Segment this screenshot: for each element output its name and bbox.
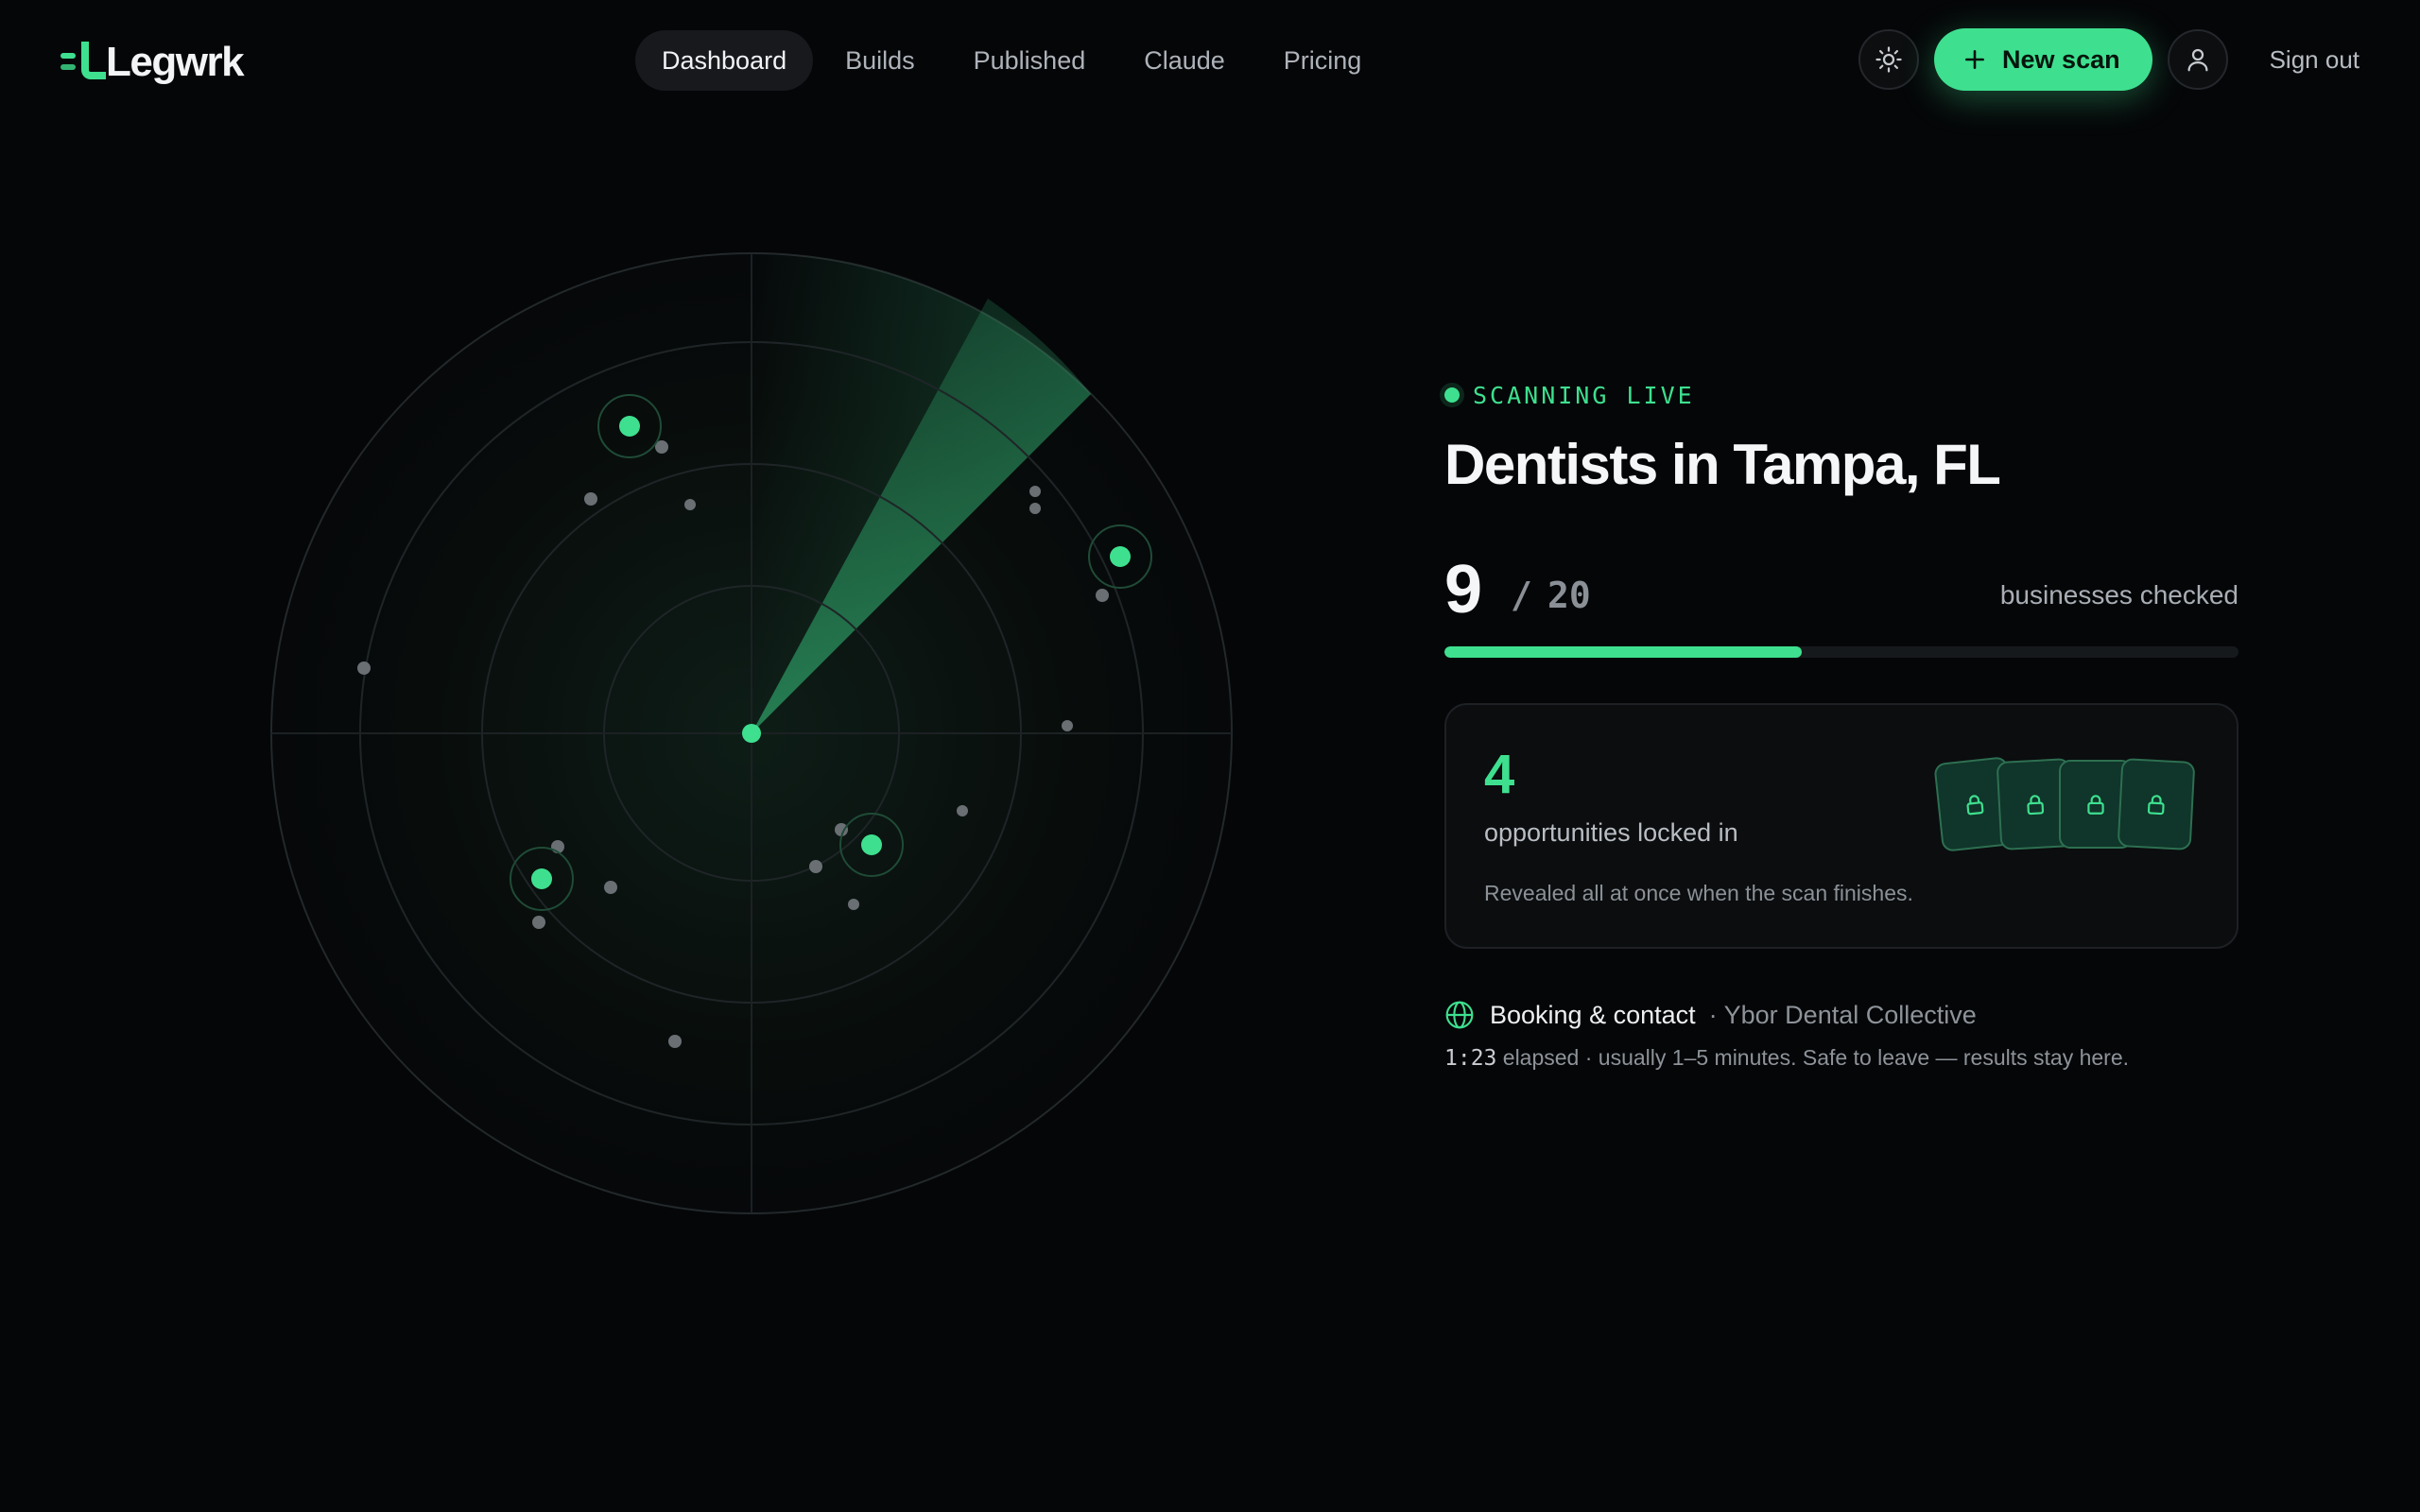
activity-label: Booking & contact — [1490, 1000, 1696, 1029]
checked-count: 9 — [1444, 552, 1483, 627]
brand-name: Legwrk — [106, 39, 245, 85]
top-bar: Legwrk Dashboard Builds Published Claude… — [0, 0, 2420, 121]
globe-icon — [1445, 1001, 1474, 1029]
elapsed-time: 1:23 — [1444, 1046, 1497, 1071]
nav-dashboard[interactable]: Dashboard — [635, 30, 814, 91]
radar-center-dot — [742, 724, 761, 743]
lock-icon — [2027, 795, 2045, 816]
locked-cards-stack — [1933, 754, 2212, 858]
new-scan-button[interactable]: New scan — [1934, 28, 2152, 91]
user-icon — [2187, 48, 2208, 72]
lock-icon — [2147, 795, 2165, 816]
sign-out-link[interactable]: Sign out — [2270, 45, 2360, 75]
opportunities-count: 4 — [1484, 744, 1515, 805]
opportunities-label: opportunities locked in — [1484, 818, 1738, 847]
nav-pricing[interactable]: Pricing — [1257, 30, 1389, 91]
elapsed-note: elapsed · usually 1–5 minutes. Safe to l… — [1502, 1045, 2130, 1070]
new-scan-label: New scan — [2002, 44, 2120, 74]
opportunities-note: Revealed all at once when the scan finis… — [1484, 881, 1913, 905]
brand-logo[interactable]: Legwrk — [60, 36, 245, 85]
scan-title: Dentists in Tampa, FL — [1444, 433, 2001, 496]
live-status-label: SCANNING LIVE — [1473, 381, 1695, 409]
progress-bar-fill — [1444, 646, 1802, 658]
live-indicator-dot — [1444, 387, 1460, 403]
nav-published[interactable]: Published — [947, 30, 1113, 91]
theme-toggle-button[interactable] — [1858, 29, 1920, 90]
account-button[interactable] — [2167, 29, 2228, 90]
checked-label: businesses checked — [1999, 580, 2238, 610]
lock-icon — [1966, 795, 1984, 816]
opportunities-card: 4 opportunities locked in Revealed all a… — [1444, 703, 2238, 949]
locked-card — [2117, 758, 2196, 850]
radar-graphic — [270, 252, 1233, 1214]
progress-bar — [1444, 646, 2238, 658]
main-nav: Dashboard Builds Published Claude Pricin… — [635, 30, 1388, 91]
total-count: 20 — [1547, 575, 1591, 616]
nav-builds[interactable]: Builds — [819, 30, 942, 91]
plus-icon — [1965, 50, 1984, 69]
progress-counter: 9 / 20 businesses checked — [1444, 548, 2238, 624]
nav-claude[interactable]: Claude — [1117, 30, 1252, 91]
count-separator: / — [1511, 575, 1532, 616]
lock-icon — [2087, 795, 2104, 815]
scan-radar — [269, 251, 1234, 1215]
logo-mark-icon — [60, 38, 108, 85]
elapsed-line: 1:23 elapsed · usually 1–5 minutes. Safe… — [1444, 1045, 2238, 1071]
current-activity: Booking & contact · Ybor Dental Collecti… — [1444, 996, 2238, 1034]
header-actions: New scan Sign out — [1858, 28, 2360, 91]
activity-business: · Ybor Dental Collective — [1708, 1000, 1977, 1029]
sun-icon — [1876, 46, 1902, 73]
live-status: SCANNING LIVE — [1444, 378, 2238, 412]
scan-status-panel: SCANNING LIVE Dentists in Tampa, FL 9 / … — [1444, 378, 2238, 1071]
